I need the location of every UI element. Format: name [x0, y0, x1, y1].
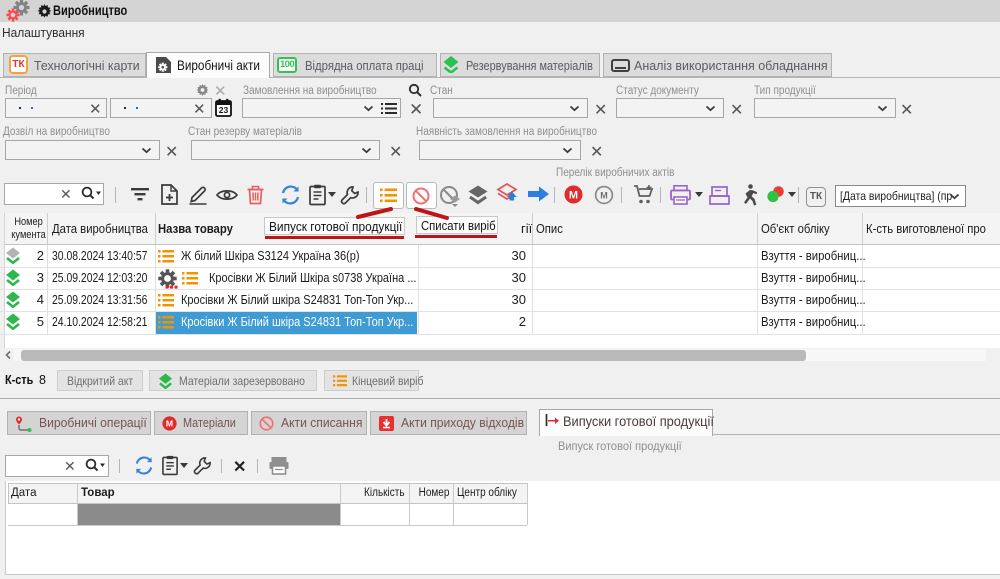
svg-text:M: M — [569, 190, 578, 202]
svg-text:M: M — [166, 419, 173, 429]
svg-text:M: M — [600, 191, 608, 201]
svg-text:23: 23 — [219, 105, 229, 115]
